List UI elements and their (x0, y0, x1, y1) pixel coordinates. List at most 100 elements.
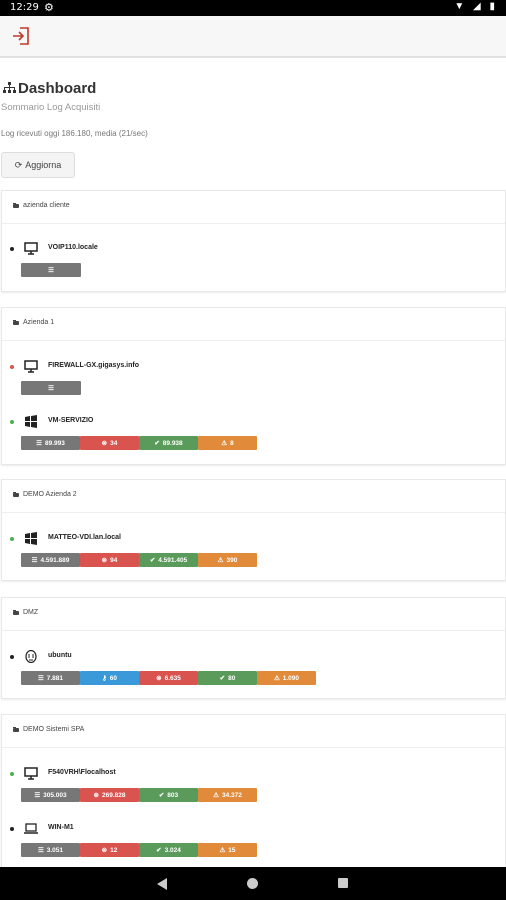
group-header: Azienda 1 (2, 308, 505, 341)
badge-value: 6.635 (164, 674, 181, 682)
host-item[interactable]: WIN-M1 ☰ 3.051 ⊗ 12 ✔ 3.024 ⚠ 15 (2, 822, 505, 868)
host-badges: ☰ 7.881 ⚷ 60 ⊗ 6.635 ✔ 80 ⚠ 1.090 (21, 671, 316, 685)
refresh-button[interactable]: ⟳ Aggiorna (1, 152, 75, 178)
host-name: VOIP110.locale (48, 244, 98, 251)
folder-icon (13, 319, 19, 325)
badge-value: 89.993 (44, 439, 65, 447)
total-logs-badge[interactable]: ☰ (21, 263, 81, 277)
badge-value: 803 (167, 791, 179, 799)
total-logs-badge[interactable]: ☰ (21, 381, 81, 395)
error-icon: ⊗ (156, 675, 162, 682)
group-title: Azienda 1 (13, 319, 54, 326)
badge-value: 1.090 (282, 674, 300, 682)
app-bar (0, 16, 506, 58)
check-icon: ✔ (158, 792, 165, 799)
host-item[interactable]: MATTEO-VDI.lan.local ☰ 4.591.889 ⊗ 94 ✔ 4.5… (2, 532, 505, 582)
host-name: F540VRH\Flocalhost (48, 769, 116, 776)
badge-value: 80 (228, 674, 236, 682)
error-badge[interactable]: ⊗ 94 (80, 553, 139, 567)
group-name: Azienda 1 (23, 319, 55, 326)
warning-icon: ⚠ (221, 440, 228, 447)
list-icon: ☰ (31, 557, 38, 564)
host-item[interactable]: VOIP110.locale ☰ (2, 242, 505, 292)
warning-icon: ⚠ (219, 847, 226, 854)
host-badges: ☰ 4.591.889 ⊗ 94 ✔ 4.591.405 ⚠ 390 (21, 553, 257, 567)
host-name: VM-SERVIZIO (48, 417, 94, 424)
group-card: Azienda 1 FIREWALL-GX.gigasys.info ☰ VM-… (1, 307, 506, 465)
recent-apps-icon[interactable] (338, 878, 348, 888)
error-badge[interactable]: ⊗ 269.828 (80, 788, 139, 802)
success-badge[interactable]: ✔ 3.024 (139, 843, 198, 857)
host-status-dot (10, 365, 14, 369)
folder-icon (13, 491, 19, 497)
refresh-icon: ⟳ (14, 159, 23, 170)
warning-badge[interactable]: ⚠ 8 (198, 436, 257, 450)
host-badges: ☰ 89.993 ⊗ 34 ✔ 89.938 ⚠ 8 (21, 436, 257, 450)
check-icon: ✔ (156, 847, 162, 854)
badge-value: 7.881 (46, 674, 64, 682)
host-badges: ☰ (21, 381, 81, 395)
log-summary: Log ricevuti oggi 186.180, media (21/sec… (1, 129, 148, 138)
warning-badge[interactable]: ⚠ 34.372 (198, 788, 257, 802)
badge-value: 4.591.889 (40, 556, 70, 564)
group-header: DMZ (2, 598, 505, 631)
group-card: DEMO Sistemi SPA F540VRH\Flocalhost ☰ 305… (1, 714, 506, 868)
group-title: azienda cliente (13, 202, 70, 209)
warning-badge[interactable]: ⚠ 1.090 (257, 671, 316, 685)
badge-value: 94 (110, 556, 118, 564)
host-status-dot (10, 772, 14, 776)
badge-value: 305.003 (43, 791, 67, 799)
host-item[interactable]: FIREWALL-GX.gigasys.info ☰ (2, 360, 505, 410)
error-badge[interactable]: ⊗ 6.635 (139, 671, 198, 685)
list-icon: ☰ (34, 792, 41, 799)
check-icon: ✔ (154, 440, 160, 447)
home-icon[interactable] (247, 878, 258, 889)
success-badge[interactable]: ✔ 803 (139, 788, 198, 802)
group-name: DMZ (23, 609, 39, 616)
host-item[interactable]: ubuntu ☰ 7.881 ⚷ 60 ⊗ 6.635 ✔ 80 ⚠ 1.090 (2, 650, 505, 700)
total-logs-badge[interactable]: ☰ 305.003 (21, 788, 80, 802)
warning-badge[interactable]: ⚠ 15 (198, 843, 257, 857)
gear-icon: ⚙ (44, 2, 54, 14)
list-icon: ☰ (37, 847, 44, 854)
group-name: azienda cliente (23, 202, 70, 209)
key-icon: ⚷ (102, 675, 107, 682)
group-header: DEMO Sistemi SPA (2, 715, 505, 748)
badge-value: 3.051 (46, 846, 64, 854)
host-status-dot (10, 537, 14, 541)
folder-icon (13, 726, 19, 732)
badge-value: 12 (110, 846, 118, 854)
success-badge[interactable]: ✔ 4.591.405 (139, 553, 198, 567)
auth-badge[interactable]: ⚷ 60 (80, 671, 139, 685)
windows-icon (25, 415, 37, 428)
monitor-icon (24, 360, 38, 373)
total-logs-badge[interactable]: ☰ 4.591.889 (21, 553, 80, 567)
badge-value: 269.828 (101, 791, 126, 799)
host-badges: ☰ 305.003 ⊗ 269.828 ✔ 803 ⚠ 34.372 (21, 788, 257, 802)
laptop-icon (24, 823, 38, 834)
group-title: DEMO Azienda 2 (13, 491, 77, 498)
badge-value: 4.591.405 (158, 556, 188, 564)
page-subtitle: Sommario Log Acquisiti (1, 102, 101, 113)
error-icon: ⊗ (101, 557, 108, 564)
total-logs-badge[interactable]: ☰ 3.051 (21, 843, 80, 857)
host-item[interactable]: F540VRH\Flocalhost ☰ 305.003 ⊗ 269.828 ✔ 80… (2, 767, 505, 817)
refresh-button-label: Aggiorna (25, 160, 62, 170)
logout-icon[interactable] (11, 26, 31, 46)
warning-badge[interactable]: ⚠ 390 (198, 553, 257, 567)
page-title: Dashboard (3, 80, 96, 97)
dashboard-content: Dashboard Sommario Log Acquisiti Log ric… (0, 58, 506, 868)
error-badge[interactable]: ⊗ 34 (80, 436, 139, 450)
error-icon: ⊗ (101, 847, 108, 854)
group-header: DEMO Azienda 2 (2, 480, 505, 513)
total-logs-badge[interactable]: ☰ 7.881 (21, 671, 80, 685)
success-badge[interactable]: ✔ 80 (198, 671, 257, 685)
host-item[interactable]: VM-SERVIZIO ☰ 89.993 ⊗ 34 ✔ 89.938 ⚠ 8 (2, 415, 505, 465)
total-logs-badge[interactable]: ☰ 89.993 (21, 436, 80, 450)
host-status-dot (10, 420, 14, 424)
success-badge[interactable]: ✔ 89.938 (139, 436, 198, 450)
host-name: ubuntu (48, 652, 72, 659)
host-name: MATTEO-VDI.lan.local (48, 534, 121, 541)
error-badge[interactable]: ⊗ 12 (80, 843, 139, 857)
back-icon[interactable] (157, 878, 167, 890)
